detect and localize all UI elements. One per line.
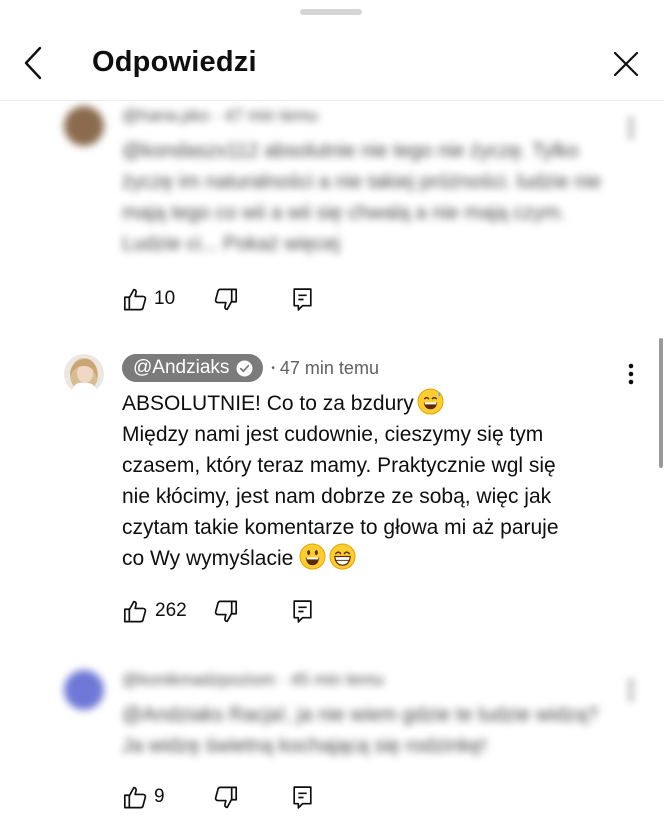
like-count: 262: [155, 600, 187, 621]
like-button[interactable]: 9: [122, 782, 165, 812]
close-icon[interactable]: [608, 46, 644, 82]
avatar[interactable]: [64, 354, 104, 394]
comment-author[interactable]: @hana.pko · 47 min temu: [122, 106, 318, 126]
drag-handle[interactable]: [300, 9, 362, 15]
reply-icon: [293, 287, 312, 311]
chevron-left-icon[interactable]: [18, 42, 54, 84]
dislike-button[interactable]: [212, 284, 239, 314]
more-vertical-icon[interactable]: [624, 678, 638, 707]
reply-button[interactable]: [290, 782, 315, 812]
like-button[interactable]: 262: [122, 596, 187, 626]
comment-line: nie kłócimy, jest nam dobrze ze sobą, wi…: [122, 485, 552, 508]
separator-dot: •: [271, 362, 275, 374]
comment-line: ABSOLUTNIE! Co to za bzdury: [122, 388, 622, 419]
header: Odpowiedzi: [0, 22, 664, 101]
dislike-button[interactable]: [212, 596, 239, 626]
dislike-button[interactable]: [212, 782, 239, 812]
more-vertical-icon[interactable]: [624, 362, 638, 391]
avatar[interactable]: [64, 106, 104, 146]
thumbs-down-icon: [214, 600, 238, 622]
reply-icon: [293, 785, 312, 809]
reply-comment: @hana.pko · 47 min temu @kondaszx112 abs…: [0, 102, 664, 332]
comment-text: @Andziaks Racja!, ja nie wiem gdzie te l…: [122, 704, 599, 757]
reply-icon: [293, 599, 312, 623]
comment-line: czytam takie komentarze to głowa mi aż p…: [122, 516, 559, 539]
like-button[interactable]: 10: [122, 284, 175, 314]
reply-button[interactable]: [290, 596, 315, 626]
comment-line: czasem, który teraz mamy. Praktycznie wg…: [122, 454, 556, 477]
comment-author[interactable]: @konikmadzpoziom · 45 min temu: [122, 670, 384, 690]
grinning-face-emoji-icon: [299, 543, 326, 570]
more-vertical-icon[interactable]: [624, 116, 638, 145]
comment-meta: @Andziaks • 47 min temu: [122, 354, 379, 382]
comment-line: Między nami jest cudownie, cieszymy się …: [122, 423, 544, 446]
author-chip[interactable]: @Andziaks: [122, 354, 264, 382]
comment-time: 47 min temu: [279, 357, 379, 378]
like-count: 9: [154, 786, 165, 807]
avatar[interactable]: [64, 670, 104, 710]
comment-line: co Wy wymyślacie: [122, 543, 622, 574]
comment-text: ABSOLUTNIE! Co to za bzdury Między nami …: [122, 388, 622, 574]
thumbs-up-icon: [123, 288, 147, 310]
reply-comment: @Andziaks • 47 min temu ABSOLUTNIE! Co t…: [0, 354, 664, 634]
thumbs-up-icon: [123, 786, 147, 808]
comment-author: @Andziaks: [133, 357, 230, 378]
grinning-sweat-emoji-icon: [417, 388, 444, 415]
thumbs-up-icon: [123, 600, 147, 622]
page-title: Odpowiedzi: [92, 46, 257, 78]
beaming-face-emoji-icon: [329, 543, 356, 570]
reply-button[interactable]: [290, 284, 315, 314]
verified-icon: [236, 360, 253, 377]
thumbs-down-icon: [214, 786, 238, 808]
scrollbar[interactable]: [659, 338, 663, 468]
like-count: 10: [154, 288, 176, 309]
thumbs-down-icon: [214, 288, 238, 310]
comment-text: @kondaszx112 absolutnie nie tego nie życ…: [122, 140, 602, 255]
reply-comment: @konikmadzpoziom · 45 min temu @Andziaks…: [0, 668, 664, 828]
